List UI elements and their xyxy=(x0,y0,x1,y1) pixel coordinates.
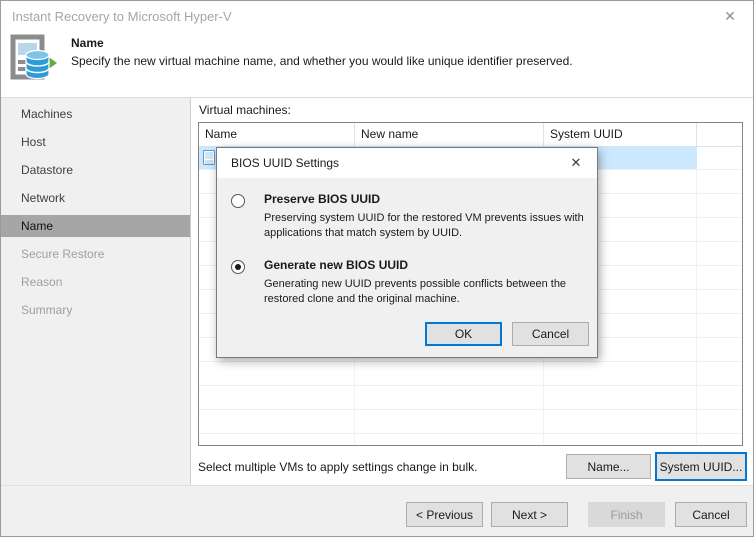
radio-label[interactable]: Generate new BIOS UUID xyxy=(264,258,408,272)
table-row[interactable] xyxy=(199,410,742,434)
cancel-button[interactable]: Cancel xyxy=(675,502,747,527)
column-header-name[interactable]: Name xyxy=(199,123,355,146)
radio-description-line: Preserving system UUID for the restored … xyxy=(264,212,584,224)
sidebar-item-summary: Summary xyxy=(21,303,73,317)
table-row[interactable] xyxy=(199,386,742,410)
wizard-steps-sidebar: Machines Host Datastore Network Name Sec… xyxy=(1,98,191,485)
sidebar-item-name[interactable]: Name xyxy=(1,215,190,237)
virtual-machines-label: Virtual machines: xyxy=(199,103,291,117)
radio-label[interactable]: Preserve BIOS UUID xyxy=(264,192,380,206)
name-button[interactable]: Name... xyxy=(566,454,651,479)
sidebar-item-network[interactable]: Network xyxy=(1,187,190,209)
sidebar-item-reason: Reason xyxy=(21,275,63,289)
system-uuid-button[interactable]: System UUID... xyxy=(655,452,747,481)
table-row[interactable] xyxy=(199,362,742,386)
dialog-cancel-button[interactable]: Cancel xyxy=(512,322,589,346)
hyper-v-restore-icon xyxy=(10,34,57,80)
vm-icon xyxy=(203,150,215,165)
ok-button[interactable]: OK xyxy=(425,322,502,346)
window-close-icon[interactable]: ✕ xyxy=(717,6,743,26)
radio-icon[interactable] xyxy=(231,194,245,208)
dialog-titlebar: BIOS UUID Settings ✕ xyxy=(217,148,597,178)
finish-button: Finish xyxy=(588,502,665,527)
column-header-system-uuid[interactable]: System UUID xyxy=(544,123,697,146)
step-description: Specify the new virtual machine name, an… xyxy=(71,54,573,68)
sidebar-item-machines[interactable]: Machines xyxy=(1,103,190,125)
radio-description-line: Generating new UUID prevents possible co… xyxy=(264,278,567,290)
radio-description: Preserving system UUID for the restored … xyxy=(264,211,584,241)
sidebar-item-host[interactable]: Host xyxy=(1,131,190,153)
column-header-empty xyxy=(697,123,742,146)
vm-table-header: Name New name System UUID xyxy=(199,123,742,147)
radio-description-line: applications that match system by UUID. xyxy=(264,227,463,239)
previous-button[interactable]: < Previous xyxy=(406,502,483,527)
dialog-title: BIOS UUID Settings xyxy=(231,156,340,170)
wizard-window: Instant Recovery to Microsoft Hyper-V ✕ … xyxy=(0,0,754,537)
dialog-close-icon[interactable]: ✕ xyxy=(563,152,589,174)
bios-uuid-settings-dialog: BIOS UUID Settings ✕ Preserve BIOS UUID … xyxy=(216,147,598,358)
radio-description-line: restored clone and the original machine. xyxy=(264,293,460,305)
step-title: Name xyxy=(71,36,104,50)
window-title: Instant Recovery to Microsoft Hyper-V xyxy=(12,9,232,24)
radio-description: Generating new UUID prevents possible co… xyxy=(264,277,566,307)
sidebar-item-secure-restore: Secure Restore xyxy=(21,247,105,261)
next-button[interactable]: Next > xyxy=(491,502,568,527)
sidebar-item-datastore[interactable]: Datastore xyxy=(1,159,190,181)
column-header-new-name[interactable]: New name xyxy=(355,123,544,146)
radio-icon[interactable] xyxy=(231,260,245,274)
bulk-hint-text: Select multiple VMs to apply settings ch… xyxy=(198,460,478,474)
